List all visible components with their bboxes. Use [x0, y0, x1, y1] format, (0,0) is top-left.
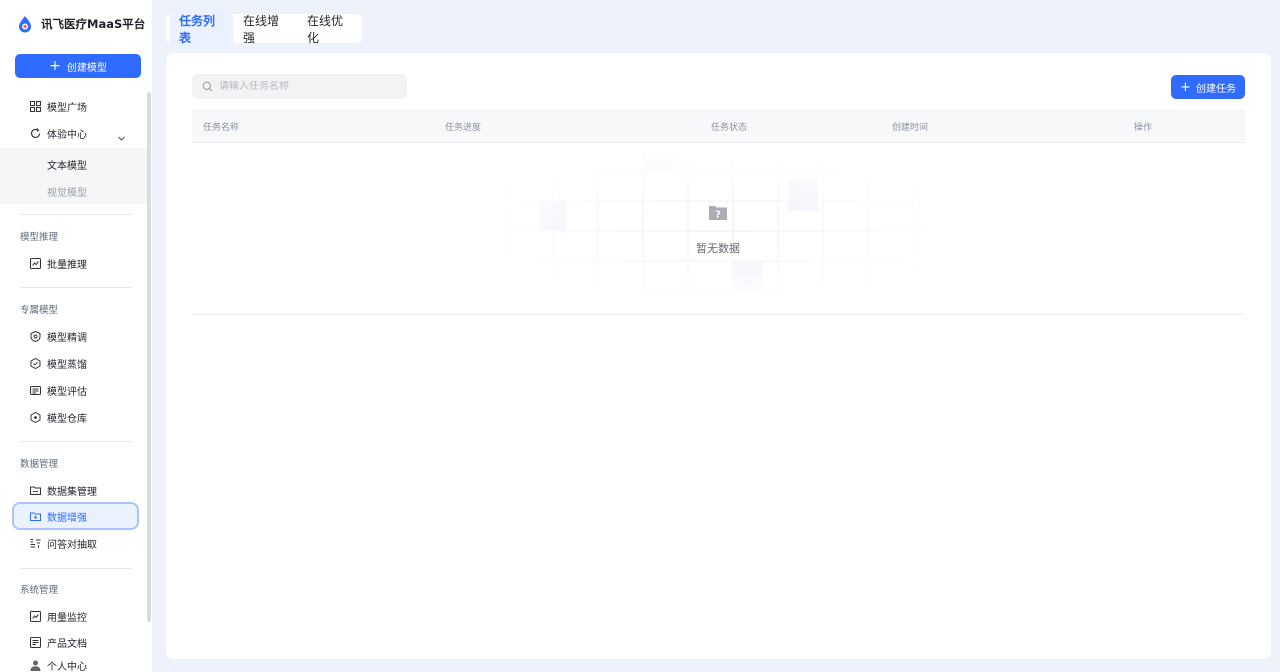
sidebar-item-label: 产品文档 [47, 638, 87, 650]
column-header-created-time: 创建时间 [892, 123, 929, 133]
sidebar-item-dataset-manage[interactable]: 数据集管理 [30, 481, 97, 499]
empty-state: ? 暂无数据 [192, 143, 1245, 315]
svg-text:?: ? [715, 210, 721, 221]
column-header-task-name: 任务名称 [203, 123, 240, 133]
sidebar-item-label: 问答对抽取 [47, 539, 97, 551]
sidebar-item-label: 模型精调 [47, 332, 87, 344]
empty-grid-illustration [488, 151, 948, 301]
sidebar-item-data-augment[interactable]: 数据增强 [30, 507, 87, 525]
section-label-system: 系统管理 [20, 585, 59, 596]
plus-icon: + [1180, 79, 1191, 95]
column-header-actions: 操作 [1134, 123, 1153, 133]
sidebar-item-label: 体验中心 [47, 129, 87, 141]
divider [20, 441, 132, 442]
plus-icon: + [49, 58, 61, 74]
divider [20, 287, 132, 288]
sidebar-item-evaluate[interactable]: 模型评估 [30, 381, 87, 399]
sidebar-scrollbar[interactable] [147, 92, 151, 622]
divider [20, 568, 132, 569]
document-icon [30, 636, 41, 648]
create-model-label: 创建模型 [66, 62, 107, 74]
shield-gear-icon [30, 330, 41, 342]
sidebar-item-model-square[interactable]: 模型广场 [30, 97, 87, 115]
sidebar-item-vision-model[interactable]: 视觉模型 [47, 184, 87, 199]
search-input[interactable] [219, 81, 399, 92]
sidebar-item-warehouse[interactable]: 模型仓库 [30, 408, 87, 426]
hexagon-icon [30, 357, 41, 369]
sidebar-item-label: 个人中心 [47, 661, 87, 672]
sidebar-item-experience-center[interactable]: 体验中心 [30, 124, 87, 142]
sidebar-item-label: 模型蒸馏 [47, 359, 87, 371]
sidebar-item-label: 用量监控 [47, 612, 87, 624]
empty-text: 暂无数据 [696, 242, 740, 255]
tab-online-augment[interactable]: 在线增强 [234, 9, 297, 49]
monitor-chart-icon [30, 610, 41, 622]
search-icon [202, 77, 219, 96]
folder-plus-icon [30, 511, 41, 522]
grid-icon [30, 100, 41, 112]
sidebar-item-batch-inference[interactable]: 批量推理 [30, 254, 87, 272]
create-model-button[interactable]: + 创建模型 [15, 54, 141, 78]
sidebar-item-label: 模型评估 [47, 386, 87, 398]
sidebar-item-personal-center[interactable]: 个人中心 [30, 656, 87, 672]
divider [20, 214, 132, 215]
folder-icon [30, 485, 41, 496]
sidebar-item-label: 批量推理 [47, 259, 87, 271]
chart-icon [30, 257, 41, 269]
chevron-down-icon[interactable] [117, 128, 126, 141]
warehouse-icon [30, 411, 41, 423]
tab-task-list[interactable]: 任务列表 [170, 8, 233, 49]
table-header: 任务名称 任务进度 任务状态 创建时间 操作 [192, 109, 1245, 143]
create-task-label: 创建任务 [1195, 83, 1236, 95]
brand[interactable]: 讯飞医疗MaaS平台 [16, 14, 145, 34]
user-icon [30, 660, 41, 671]
tab-online-optimize[interactable]: 在线优化 [298, 9, 361, 49]
section-label-data: 数据管理 [20, 459, 59, 470]
search-box[interactable] [192, 74, 407, 99]
sidebar: 讯飞医疗MaaS平台 + 创建模型 模型广场 体验中心 文本模型 视觉模型 模型… [0, 0, 152, 672]
list-extract-icon [30, 538, 41, 549]
brand-title: 讯飞医疗MaaS平台 [41, 17, 146, 31]
column-header-progress: 任务进度 [445, 123, 482, 133]
section-label-inference: 模型推理 [20, 232, 59, 243]
logo-icon [16, 15, 34, 33]
create-task-button[interactable]: + 创建任务 [1171, 75, 1245, 99]
empty-folder-question-icon: ? [708, 203, 728, 221]
sidebar-item-distill[interactable]: 模型蒸馏 [30, 354, 87, 372]
sidebar-item-text-model[interactable]: 文本模型 [47, 157, 87, 172]
sidebar-item-fine-tune[interactable]: 模型精调 [30, 327, 87, 345]
sidebar-item-qa-extract[interactable]: 问答对抽取 [30, 534, 97, 552]
column-header-status: 任务状态 [711, 123, 748, 133]
sidebar-item-label: 数据增强 [47, 512, 87, 524]
tab-bar: 任务列表 在线增强 在线优化 [166, 8, 362, 49]
section-label-exclusive: 专属模型 [20, 305, 59, 316]
main-panel: + 创建任务 任务名称 任务进度 任务状态 创建时间 操作 [166, 53, 1271, 659]
sidebar-item-label: 模型仓库 [47, 413, 87, 425]
sidebar-item-label: 模型广场 [47, 102, 87, 114]
refresh-icon [30, 127, 41, 139]
report-icon [30, 385, 41, 396]
sidebar-item-label: 数据集管理 [47, 486, 97, 498]
sidebar-item-usage-monitor[interactable]: 用量监控 [30, 607, 87, 625]
sidebar-item-product-docs[interactable]: 产品文档 [30, 633, 87, 651]
